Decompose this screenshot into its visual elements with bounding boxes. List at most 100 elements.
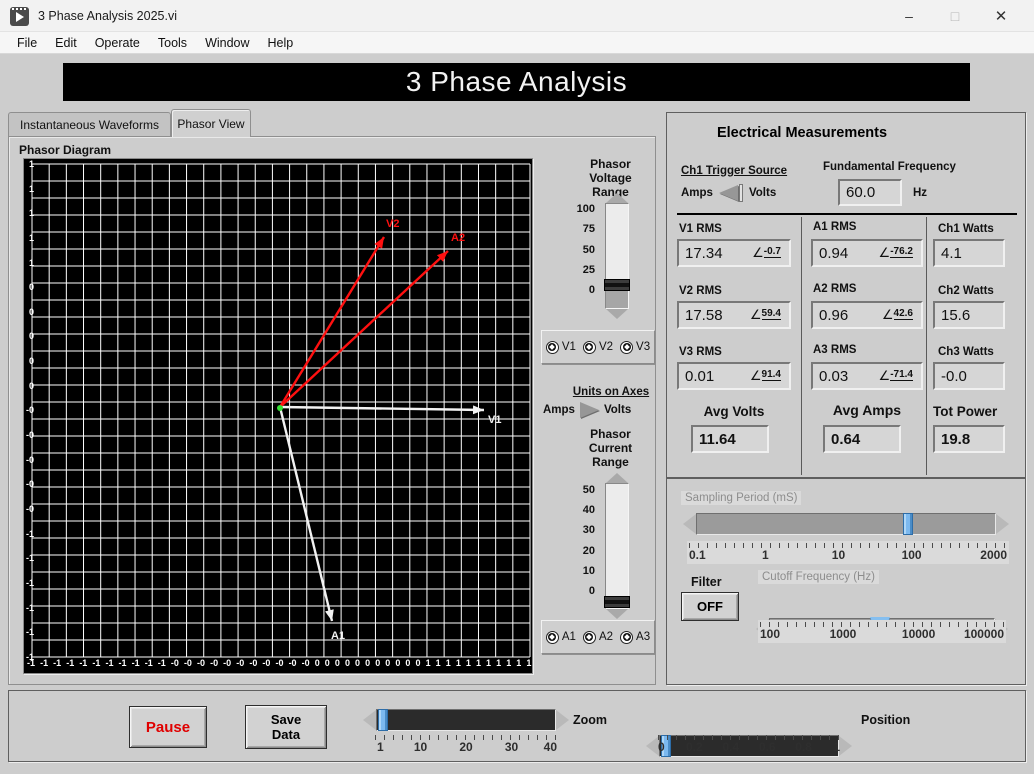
sampling-right-arrow[interactable] <box>996 514 1009 534</box>
units-pointer[interactable] <box>580 402 599 418</box>
zoom-left-arrow[interactable] <box>363 710 376 730</box>
angle-icon: ∠ <box>879 245 891 261</box>
tick-label: -0 <box>171 658 179 670</box>
tick-label: -0 <box>26 455 34 465</box>
filter-label: Filter <box>691 575 722 589</box>
zoom-handle[interactable] <box>378 709 388 731</box>
tick-label: 75 <box>583 224 595 235</box>
tick-label: -1 <box>26 578 34 588</box>
current-slider-channel[interactable] <box>605 483 629 609</box>
zoom-right-arrow[interactable] <box>556 710 569 730</box>
voltage-slider-channel[interactable] <box>605 203 629 309</box>
a3-rms-value: 0.03 ∠-71.4 <box>811 362 923 390</box>
menu-tools[interactable]: Tools <box>149 34 196 52</box>
tick-label: -1 <box>145 658 153 670</box>
save-data-button[interactable]: SaveData <box>245 705 327 749</box>
tick-label: -1 <box>26 627 34 637</box>
tick-label: 1 <box>426 658 431 670</box>
fundamental-frequency-field[interactable]: 60.0 <box>838 179 902 206</box>
tab-instantaneous-waveforms[interactable]: Instantaneous Waveforms <box>8 112 171 137</box>
tick-label: 1 <box>476 658 481 670</box>
maximize-button[interactable]: □ <box>932 0 978 32</box>
trigger-source-switch[interactable]: Amps Volts <box>681 184 811 202</box>
tick-label: 0 <box>395 658 400 670</box>
minimize-button[interactable]: – <box>886 0 932 32</box>
phasor-diagram-plot[interactable]: V1A1V2A2 1111100000-0-0-0-0-0-1-1-1-1-1-… <box>23 158 533 674</box>
zoom-track[interactable] <box>376 709 556 731</box>
filter-off-button[interactable]: OFF <box>681 592 739 621</box>
current-slider-up-arrow[interactable] <box>606 473 628 483</box>
menu-file[interactable]: File <box>8 34 46 52</box>
window-title: 3 Phase Analysis 2025.vi <box>38 9 177 23</box>
svg-text:V2: V2 <box>386 218 399 230</box>
radio-a3[interactable]: A3 <box>620 631 650 644</box>
radio-v1[interactable]: V1 <box>546 341 576 354</box>
tick-label: 20 <box>583 546 595 557</box>
tick-label: 0 <box>589 285 595 296</box>
banner-title: 3 Phase Analysis <box>406 66 627 98</box>
v3-rms-value: 0.01 ∠91.4 <box>677 362 791 390</box>
menu-edit[interactable]: Edit <box>46 34 86 52</box>
tick-label: -0 <box>184 658 192 670</box>
ch3-watts-value: -0.0 <box>933 362 1005 390</box>
sampling-handle[interactable] <box>903 513 913 535</box>
phasor-voltage-range-slider[interactable] <box>603 193 631 319</box>
radio-a2[interactable]: A2 <box>583 631 613 644</box>
close-button[interactable]: ✕ <box>978 0 1024 32</box>
tick-label: 0 <box>589 586 595 597</box>
sampling-track[interactable] <box>696 513 996 535</box>
angle-icon: ∠ <box>750 368 762 384</box>
radio-a3-icon <box>620 631 633 644</box>
tick-label: 1 <box>526 658 531 670</box>
menu-operate[interactable]: Operate <box>86 34 149 52</box>
svg-text:V1: V1 <box>488 414 501 426</box>
voltage-slider-handle[interactable] <box>604 279 630 291</box>
col-divider-1 <box>801 217 802 475</box>
tick-label: -1 <box>158 658 166 670</box>
a1-rms-value: 0.94 ∠-76.2 <box>811 239 923 267</box>
menu-window[interactable]: Window <box>196 34 258 52</box>
pause-button[interactable]: Pause <box>129 706 207 748</box>
svg-text:A2: A2 <box>451 232 465 244</box>
a1-rms-label: A1 RMS <box>813 221 856 233</box>
radio-a1[interactable]: A1 <box>546 631 576 644</box>
tick-label: 1 <box>29 208 34 218</box>
zoom-slider[interactable] <box>363 707 569 733</box>
menu-help[interactable]: Help <box>259 34 303 52</box>
phasor-current-range-slider[interactable] <box>603 473 631 619</box>
a2-rms-label: A2 RMS <box>813 283 856 295</box>
sampling-left-arrow[interactable] <box>683 514 696 534</box>
col-divider-2 <box>926 217 927 475</box>
tick-label: 0 <box>315 658 320 670</box>
radio-v3[interactable]: V3 <box>620 341 650 354</box>
tab-phasor-view[interactable]: Phasor View <box>171 109 251 137</box>
position-right-arrow[interactable] <box>839 736 852 756</box>
tick-label: -0 <box>236 658 244 670</box>
trigger-pointer[interactable] <box>719 185 738 201</box>
voltage-slider-up-arrow[interactable] <box>606 193 628 203</box>
v1-rms-label: V1 RMS <box>679 223 722 235</box>
frequency-unit-label: Hz <box>913 187 927 199</box>
trigger-pointer-bar <box>739 184 743 202</box>
tick-label: 0 <box>416 658 421 670</box>
voltage-slider-down-arrow[interactable] <box>606 309 628 319</box>
current-slider-down-arrow[interactable] <box>606 609 628 619</box>
units-amps-label: Amps <box>543 404 575 416</box>
tick-label: -0 <box>262 658 270 670</box>
fundamental-frequency-label: Fundamental Frequency <box>823 161 956 173</box>
sampling-period-slider[interactable] <box>683 511 1009 537</box>
tick-label: -0 <box>197 658 205 670</box>
radio-v2[interactable]: V2 <box>583 341 613 354</box>
phasor-diagram-label: Phasor Diagram <box>19 143 111 157</box>
trigger-volts-label: Volts <box>749 187 776 199</box>
tick-label: 1 <box>29 233 34 243</box>
units-on-axes-switch[interactable]: Amps Volts <box>543 402 667 418</box>
current-slider-handle[interactable] <box>604 596 630 608</box>
tick-label: 0 <box>335 658 340 670</box>
tick-label: 1 <box>486 658 491 670</box>
cutoff-scale: 100 1000 10000 100000 <box>758 620 1006 643</box>
trigger-amps-label: Amps <box>681 187 713 199</box>
tick-label: 30 <box>583 525 595 536</box>
angle-icon: ∠ <box>882 307 894 323</box>
ch2-watts-label: Ch2 Watts <box>938 285 994 297</box>
